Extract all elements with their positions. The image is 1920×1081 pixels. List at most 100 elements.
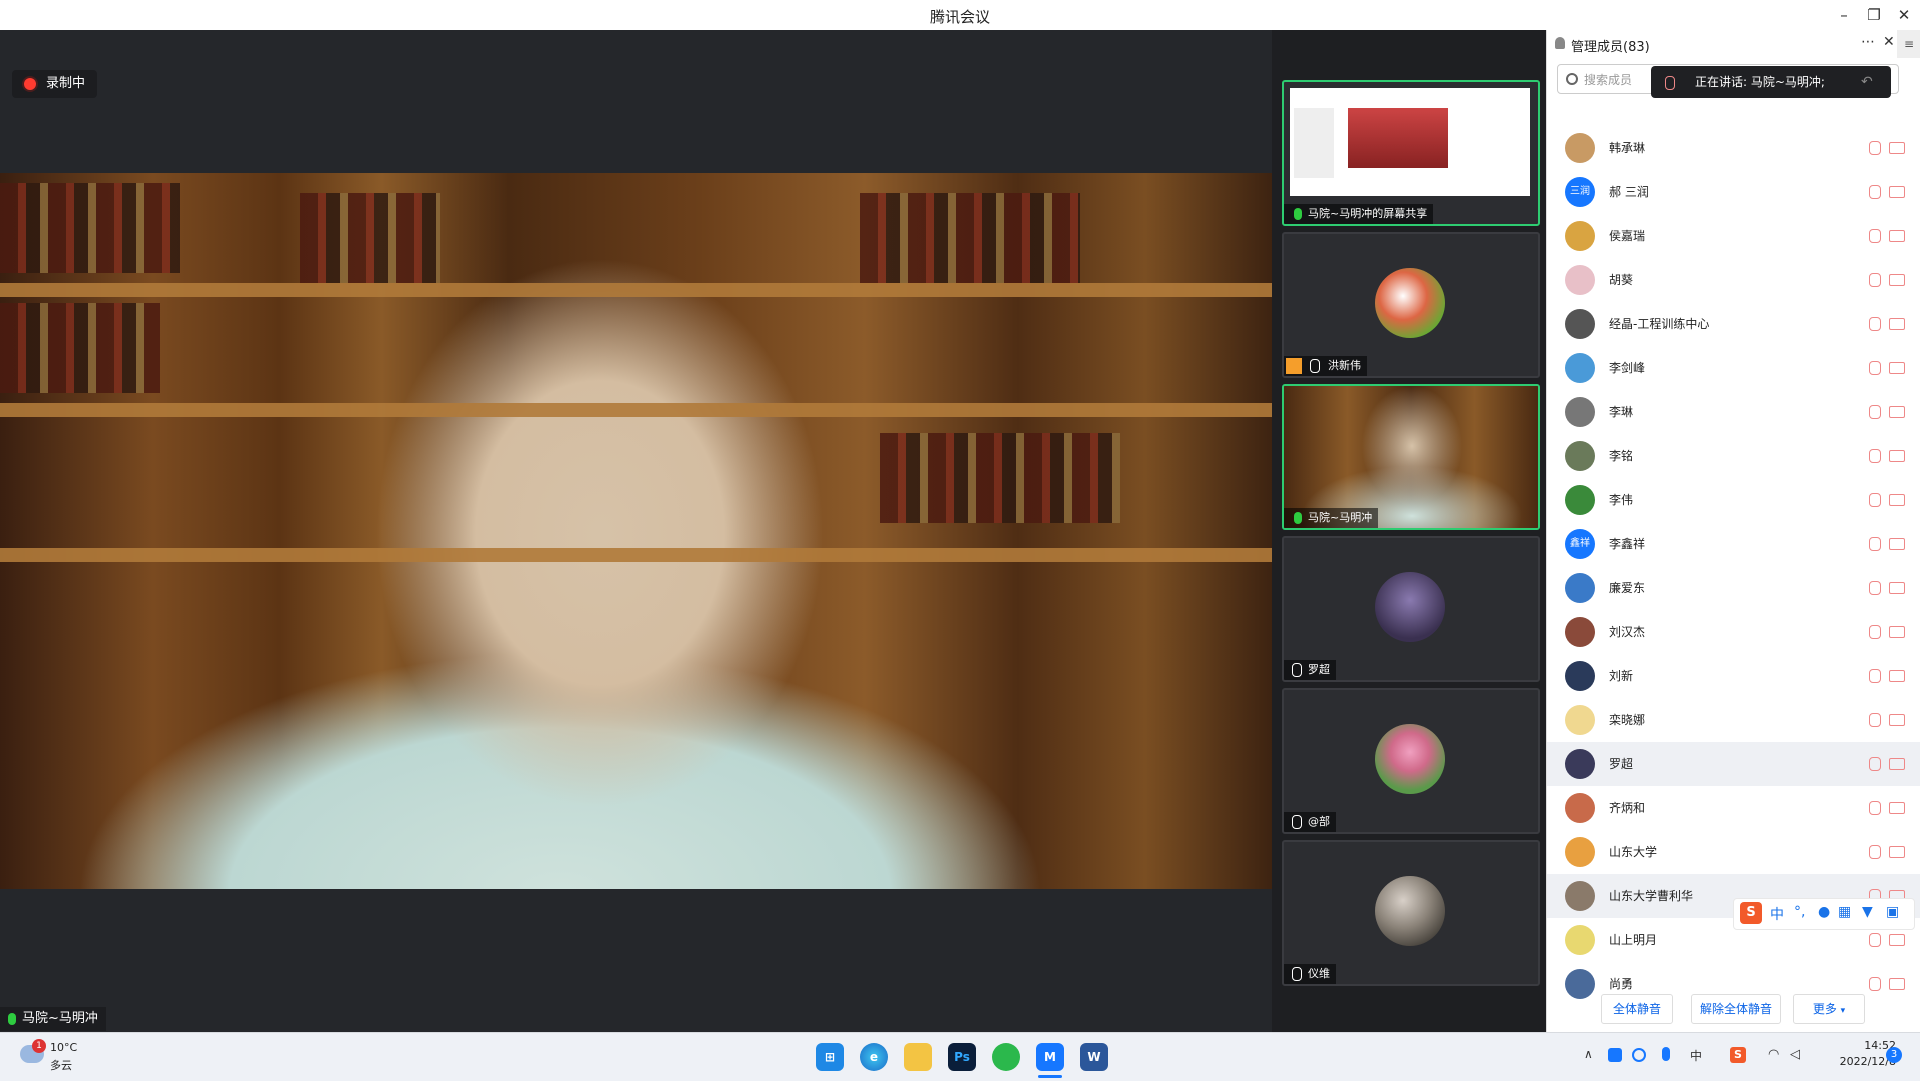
mic-off-icon[interactable] [1869, 185, 1881, 199]
tray-sogou-icon[interactable]: S [1730, 1047, 1746, 1063]
mic-off-icon[interactable] [1869, 977, 1881, 991]
ime-keyboard-icon[interactable]: ▦ [1838, 904, 1851, 920]
camera-off-icon[interactable] [1889, 670, 1905, 682]
tile-participant[interactable]: 仪维 [1282, 840, 1540, 986]
mic-off-icon[interactable] [1869, 537, 1881, 551]
speaker-video[interactable] [0, 173, 1272, 889]
tray-sync-icon[interactable] [1632, 1048, 1646, 1062]
volume-icon[interactable]: ◁ [1790, 1047, 1800, 1062]
member-row[interactable]: 侯嘉瑞 [1547, 214, 1920, 258]
file-explorer-icon[interactable] [904, 1043, 932, 1071]
start-icon[interactable]: ⊞ [816, 1043, 844, 1071]
camera-off-icon[interactable] [1889, 582, 1905, 594]
member-row[interactable]: 李琳 [1547, 390, 1920, 434]
sogou-icon[interactable]: S [1740, 902, 1762, 924]
mic-off-icon[interactable] [1869, 669, 1881, 683]
mic-off-icon[interactable] [1869, 493, 1881, 507]
camera-off-icon[interactable] [1889, 802, 1905, 814]
clock-time[interactable]: 14:52 [1816, 1039, 1896, 1052]
mic-off-icon[interactable] [1869, 757, 1881, 771]
mic-off-icon[interactable] [1869, 405, 1881, 419]
camera-off-icon[interactable] [1889, 626, 1905, 638]
tile-participant[interactable]: @部 [1282, 688, 1540, 834]
mic-off-icon[interactable] [1869, 845, 1881, 859]
menu-icon[interactable]: ≡ [1897, 30, 1920, 58]
member-row[interactable]: 胡葵 [1547, 258, 1920, 302]
wifi-icon[interactable]: ◠ [1768, 1047, 1779, 1062]
member-row[interactable]: 韩承琳 [1547, 126, 1920, 170]
close-icon[interactable]: ✕ [1892, 4, 1916, 26]
mic-off-icon[interactable] [1869, 229, 1881, 243]
mute-all-button[interactable]: 全体静音 [1601, 994, 1673, 1024]
camera-off-icon[interactable] [1889, 230, 1905, 242]
member-row[interactable]: 鑫祥 李鑫祥 [1547, 522, 1920, 566]
weather-temp[interactable]: 10°C [50, 1041, 77, 1054]
ime-mic-icon[interactable]: ● [1818, 904, 1830, 920]
tile-participant[interactable]: 洪新伟 [1282, 232, 1540, 378]
camera-off-icon[interactable] [1889, 450, 1905, 462]
member-row[interactable]: 栾晓娜 [1547, 698, 1920, 742]
minimize-icon[interactable]: – [1832, 4, 1856, 26]
camera-off-icon[interactable] [1889, 318, 1905, 330]
more-options-icon[interactable]: ⋯ [1861, 34, 1875, 50]
camera-off-icon[interactable] [1889, 714, 1905, 726]
member-row[interactable]: 三润郝 三润 [1547, 170, 1920, 214]
word-icon[interactable]: W [1080, 1043, 1108, 1071]
photoshop-icon[interactable]: Ps [948, 1043, 976, 1071]
mic-off-icon[interactable] [1869, 273, 1881, 287]
mic-off-icon[interactable] [1869, 801, 1881, 815]
camera-off-icon[interactable] [1889, 758, 1905, 770]
camera-off-icon[interactable] [1889, 538, 1905, 550]
camera-off-icon[interactable] [1889, 362, 1905, 374]
camera-off-icon[interactable] [1889, 494, 1905, 506]
member-row[interactable]: 李伟 [1547, 478, 1920, 522]
tile-participant[interactable]: 罗超 [1282, 536, 1540, 682]
mic-off-icon[interactable] [1869, 713, 1881, 727]
ime-toolbar[interactable]: S 中 °, ● ▦ ▼ ▣ [1733, 898, 1915, 930]
unmute-all-button[interactable]: 解除全体静音 [1691, 994, 1781, 1024]
more-button[interactable]: 更多 ▾ [1793, 994, 1865, 1024]
edge-icon[interactable]: e [860, 1043, 888, 1071]
mic-off-icon[interactable] [1869, 141, 1881, 155]
mic-off-icon[interactable] [1869, 449, 1881, 463]
ime-skin-icon[interactable]: ▼ [1862, 904, 1873, 920]
tray-mic-icon[interactable] [1662, 1047, 1670, 1061]
tile-participant-active[interactable]: 马院~马明冲 [1282, 384, 1540, 530]
notification-badge[interactable]: 3 [1886, 1047, 1902, 1063]
tile-screen-share[interactable]: 马院~马明冲的屏幕共享 [1282, 80, 1540, 226]
camera-off-icon[interactable] [1889, 978, 1905, 990]
member-row[interactable]: 罗超 [1547, 742, 1920, 786]
camera-off-icon[interactable] [1889, 142, 1905, 154]
tray-ime-label[interactable]: 中 [1690, 1047, 1702, 1064]
recording-indicator[interactable]: 录制中 [12, 70, 98, 98]
member-row[interactable]: 廉爱东 [1547, 566, 1920, 610]
mic-off-icon[interactable] [1869, 317, 1881, 331]
member-row[interactable]: 刘汉杰 [1547, 610, 1920, 654]
tencent-meeting-icon[interactable]: M [1036, 1043, 1064, 1071]
ime-mode[interactable]: 中 [1770, 904, 1784, 924]
mic-off-icon[interactable] [1869, 581, 1881, 595]
camera-off-icon[interactable] [1889, 186, 1905, 198]
tray-meeting-icon[interactable] [1608, 1048, 1622, 1062]
mic-off-icon[interactable] [1869, 361, 1881, 375]
member-row[interactable]: 齐炳和 [1547, 786, 1920, 830]
camera-off-icon[interactable] [1889, 274, 1905, 286]
clock-date[interactable]: 2022/12/8 [1816, 1055, 1896, 1068]
member-row[interactable]: 李铭 [1547, 434, 1920, 478]
weather-desc[interactable]: 多云 [50, 1057, 72, 1073]
chevron-up-icon[interactable]: ∧ [1584, 1047, 1593, 1061]
reply-icon[interactable]: ↶ [1861, 66, 1873, 98]
member-row[interactable]: 刘新 [1547, 654, 1920, 698]
ime-punct[interactable]: °, [1794, 904, 1805, 920]
restore-icon[interactable]: ❐ [1862, 4, 1886, 26]
wechat-icon[interactable] [992, 1043, 1020, 1071]
ime-toolbox-icon[interactable]: ▣ [1886, 904, 1899, 920]
camera-off-icon[interactable] [1889, 846, 1905, 858]
member-row[interactable]: 经晶-工程训练中心 [1547, 302, 1920, 346]
mic-off-icon[interactable] [1869, 625, 1881, 639]
close-panel-icon[interactable]: ✕ [1883, 34, 1895, 50]
mic-off-icon[interactable] [1869, 933, 1881, 947]
camera-off-icon[interactable] [1889, 934, 1905, 946]
member-row[interactable]: 山东大学 [1547, 830, 1920, 874]
camera-off-icon[interactable] [1889, 406, 1905, 418]
